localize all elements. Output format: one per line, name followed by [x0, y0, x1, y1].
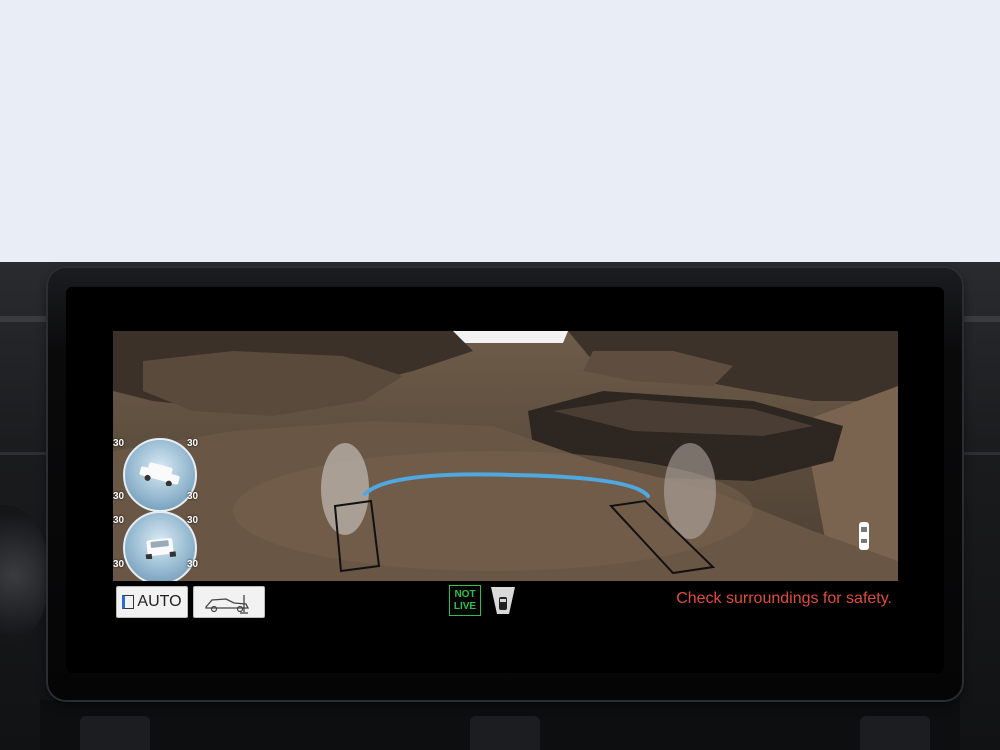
pitch-label-top-left: 30 — [113, 438, 125, 449]
pitch-label-top-right: 30 — [187, 438, 199, 449]
background-top — [0, 0, 1000, 262]
console-knob — [470, 716, 540, 750]
roll-meter — [123, 511, 197, 581]
infotainment-screen: 30 30 30 30 30 30 30 30 AUTO NOT LIVE Ch… — [66, 287, 944, 673]
roll-label-bottom-left: 30 — [113, 559, 125, 570]
not-live-badge: NOT LIVE — [449, 585, 481, 616]
pitch-label-bottom-left: 30 — [113, 491, 125, 502]
pitch-meter — [123, 438, 197, 512]
console-knob — [80, 716, 150, 750]
roll-label-top-left: 30 — [113, 515, 125, 526]
auto-button-label: AUTO — [137, 593, 182, 610]
vehicle-mode-button[interactable] — [193, 586, 265, 618]
safety-warning: Check surroundings for safety. — [676, 590, 892, 607]
side-view-vehicle-icon — [139, 462, 180, 486]
vehicle-mode-icon — [205, 595, 250, 614]
vehicle-top-icon — [859, 522, 869, 550]
console-knob — [860, 716, 930, 750]
status-bar: AUTO NOT LIVE Check surroundings for saf… — [113, 581, 898, 625]
auto-view-icon — [122, 595, 135, 609]
front-view-vehicle-icon — [145, 537, 177, 559]
terrain-scene — [113, 331, 898, 581]
roll-label-bottom-right: 30 — [187, 559, 199, 570]
roll-label-top-right: 30 — [187, 515, 199, 526]
auto-view-button[interactable]: AUTO — [116, 586, 188, 618]
not-live-line2: LIVE — [453, 600, 477, 612]
camera-view-icon[interactable] — [489, 585, 517, 616]
not-live-line1: NOT — [454, 588, 476, 600]
camera-view[interactable]: 30 30 30 30 30 30 30 30 — [113, 331, 898, 581]
pitch-label-bottom-right: 30 — [187, 491, 199, 502]
